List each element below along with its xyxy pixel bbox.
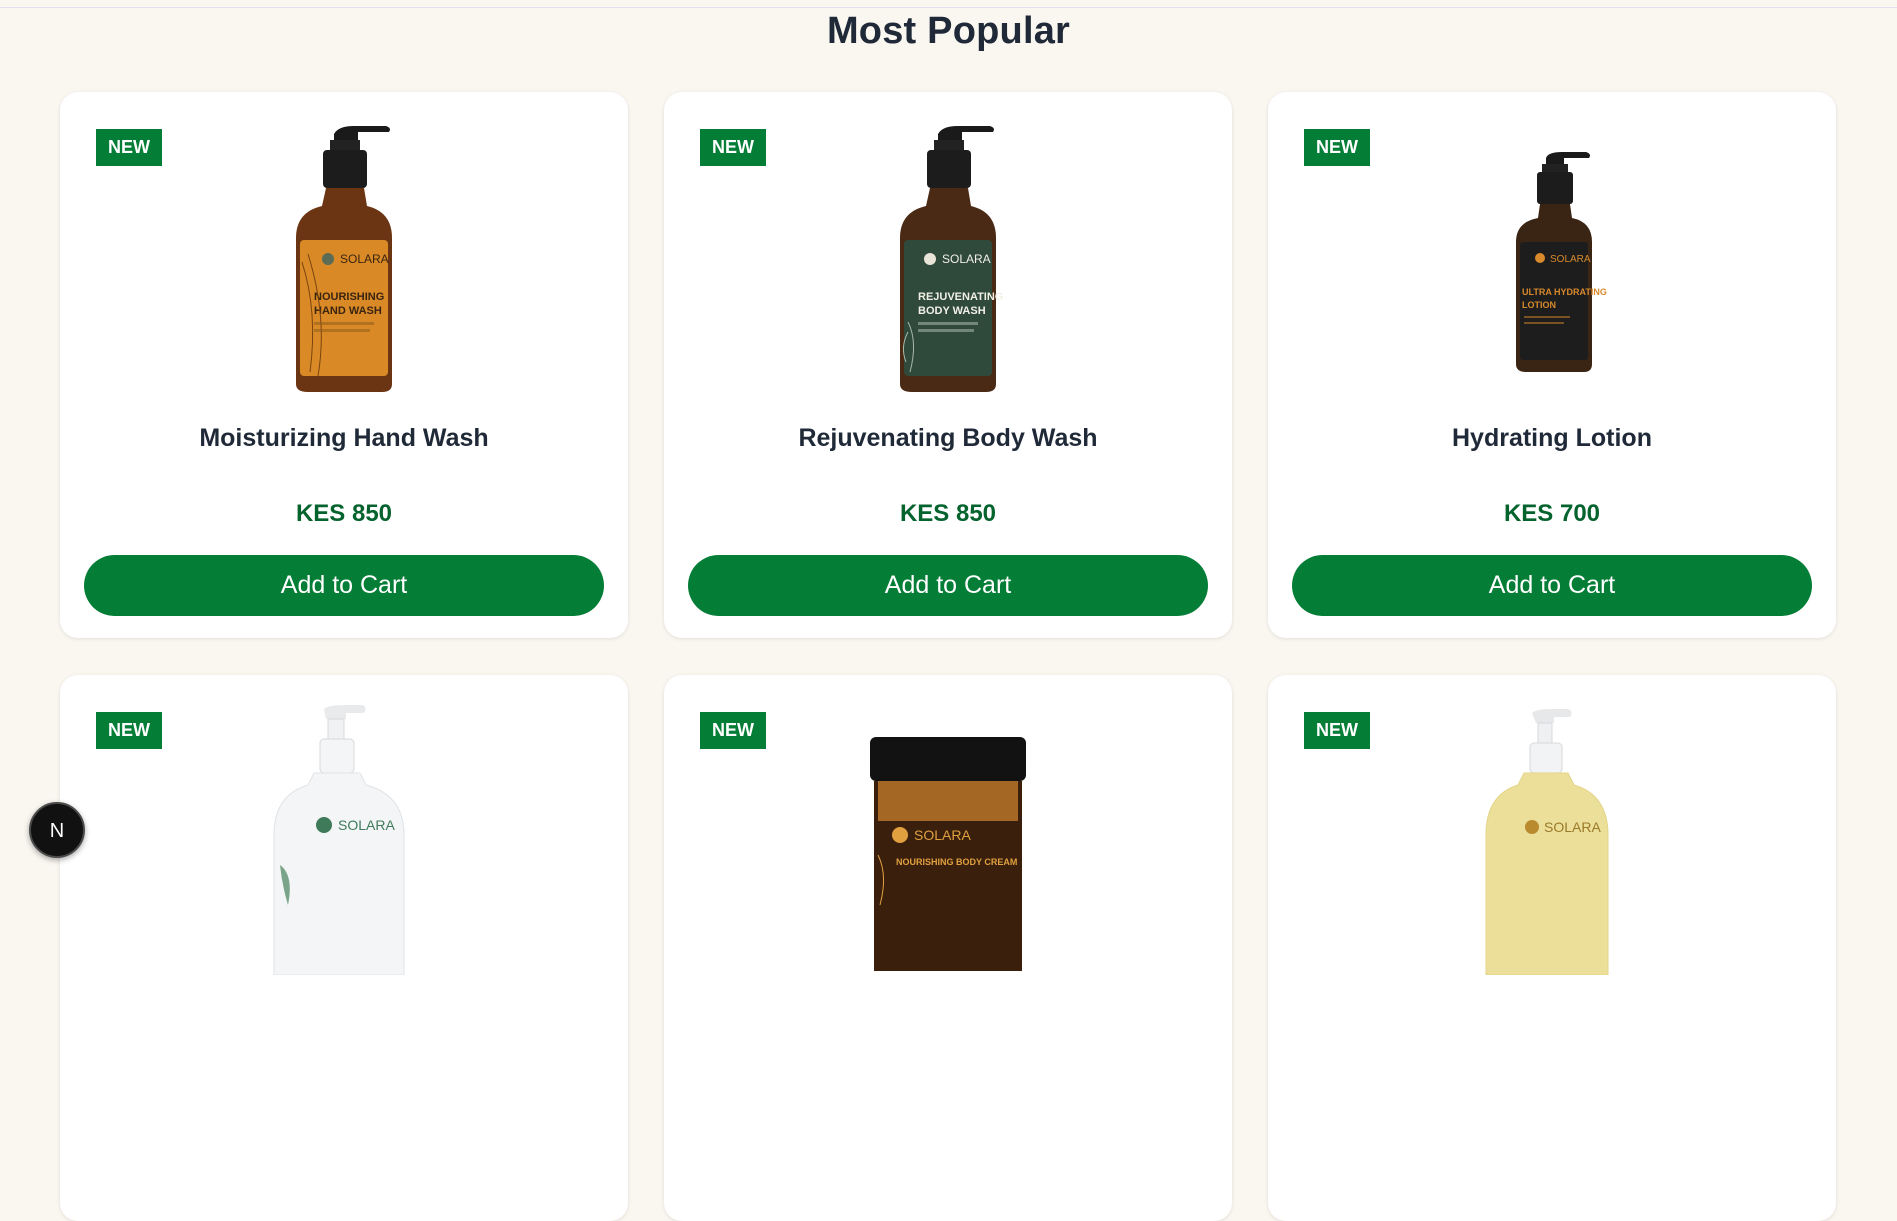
- bottle-label-line2: LOTION: [1522, 300, 1556, 310]
- product-image[interactable]: SOLARA: [1268, 705, 1836, 975]
- product-grid: NEW SOLARA NOURISHING HAND WASH Moisturi…: [60, 92, 1836, 1221]
- bottle-brand-text: SOLARA: [1550, 254, 1591, 265]
- product-image[interactable]: SOLARA REJUVENATING BODY WASH: [664, 122, 1232, 392]
- bottle-brand-text: SOLARA: [340, 252, 389, 266]
- bottle-brand-text: SOLARA: [942, 252, 991, 266]
- product-image[interactable]: SOLARA NOURISHING BODY CREAM: [664, 705, 1232, 975]
- bottle-label-line1: ULTRA HYDRATING: [1522, 287, 1607, 297]
- cream-pump-bottle-icon: SOLARA: [1485, 709, 1609, 975]
- add-to-cart-button[interactable]: Add to Cart: [688, 555, 1208, 616]
- product-image[interactable]: SOLARA ULTRA HYDRATING LOTION: [1268, 122, 1836, 392]
- dark-pump-bottle-icon: SOLARA ULTRA HYDRATING LOTION: [1516, 152, 1607, 372]
- add-to-cart-button[interactable]: Add to Cart: [84, 555, 604, 616]
- product-card[interactable]: NEW SOLARA NOURISHING HAND WASH Moisturi…: [60, 92, 628, 638]
- section-title: Most Popular: [826, 10, 1071, 52]
- bottle-label-line1: REJUVENATING: [918, 291, 1003, 303]
- product-image[interactable]: SOLARA: [60, 705, 628, 975]
- product-card[interactable]: NEW SOLARA: [60, 675, 628, 1221]
- product-price: KES 700: [1503, 500, 1601, 527]
- nextjs-logo-icon: N: [50, 820, 64, 842]
- product-name: Hydrating Lotion: [1452, 424, 1652, 452]
- product-name: Rejuvenating Body Wash: [798, 424, 1098, 452]
- product-card[interactable]: NEW SOLARA ULTRA HYDRATING LOTION Hydrat…: [1268, 92, 1836, 638]
- svg-text:N: N: [50, 820, 64, 842]
- bottle-label-line2: HAND WASH: [314, 305, 382, 317]
- product-card[interactable]: NEW SOLARA REJUVENATING BODY WASH Rejuve…: [664, 92, 1232, 638]
- white-pump-bottle-icon: SOLARA: [273, 705, 405, 975]
- bottle-brand-text: SOLARA: [1544, 819, 1601, 835]
- product-name: Moisturizing Hand Wash: [199, 424, 489, 452]
- bottle-brand-text: SOLARA: [338, 817, 395, 833]
- jar-label-text: NOURISHING BODY CREAM: [896, 857, 1017, 867]
- bottle-label-line2: BODY WASH: [918, 305, 986, 317]
- jar-icon: SOLARA NOURISHING BODY CREAM: [870, 737, 1026, 971]
- nextjs-dev-badge[interactable]: N: [29, 802, 85, 858]
- amber-pump-bottle-icon: SOLARA NOURISHING HAND WASH: [296, 126, 392, 392]
- product-price: KES 850: [899, 500, 997, 527]
- jar-brand-text: SOLARA: [914, 827, 971, 843]
- top-divider: [0, 0, 1897, 8]
- product-card[interactable]: NEW SOLARA NOURISHING BODY CREAM: [664, 675, 1232, 1221]
- add-to-cart-button[interactable]: Add to Cart: [1292, 555, 1812, 616]
- product-card[interactable]: NEW SOLARA: [1268, 675, 1836, 1221]
- product-price: KES 850: [295, 500, 393, 527]
- green-pump-bottle-icon: SOLARA REJUVENATING BODY WASH: [900, 126, 1003, 392]
- bottle-label-line1: NOURISHING: [314, 291, 384, 303]
- product-image[interactable]: SOLARA NOURISHING HAND WASH: [60, 122, 628, 392]
